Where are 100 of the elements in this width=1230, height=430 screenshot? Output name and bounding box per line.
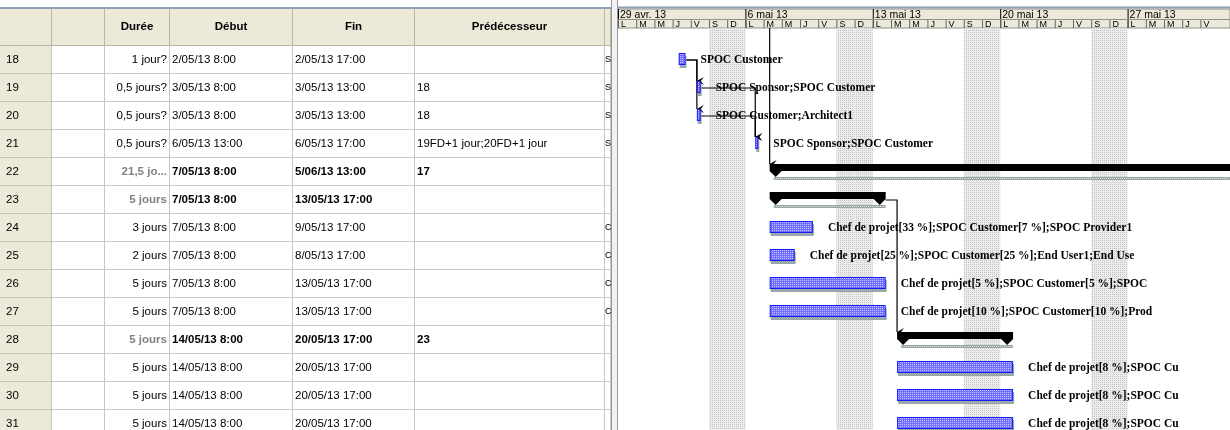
day-label: J (1057, 19, 1063, 29)
task-bar[interactable] (769, 249, 796, 264)
table-cell: 21,5 jo... (105, 158, 170, 186)
task-bar[interactable] (678, 53, 687, 68)
day-label: V (948, 19, 955, 29)
table-cell: 13/05/13 17:00 (293, 270, 415, 298)
table-cell (52, 158, 105, 186)
table-cell: 8/05/13 17:00 (293, 242, 415, 270)
table-cell: 1 jour? (105, 46, 170, 74)
table-cell: 2/05/13 17:00 (293, 46, 415, 74)
table-cell: 20/05/13 17:00 (293, 382, 415, 410)
table-cell (52, 242, 105, 270)
table-cell: 13/05/13 17:00 (293, 298, 415, 326)
row-number: 27 (0, 298, 52, 326)
table-cell: 9/05/13 17:00 (293, 214, 415, 242)
table-cell: 7/05/13 8:00 (170, 242, 293, 270)
summary-bar[interactable] (769, 164, 1230, 180)
column-header (0, 9, 52, 46)
table-cell: 6/05/13 13:00 (170, 130, 293, 158)
table-cell: 23 (415, 326, 605, 354)
table-cell (52, 130, 105, 158)
task-bar[interactable] (755, 137, 760, 152)
table-cell: 14/05/13 8:00 (170, 354, 293, 382)
table-cell: 6/05/13 17:00 (293, 130, 415, 158)
resource-label: Chef de projet[8 %];SPOC Cu (1028, 417, 1179, 429)
table-cell: 20/05/13 17:00 (293, 410, 415, 430)
row-number: 18 (0, 46, 52, 74)
table-cell: 17 (415, 158, 605, 186)
table-cell (52, 74, 105, 102)
column-header: Durée (105, 9, 170, 46)
day-label: M (912, 19, 920, 29)
row-number: 24 (0, 214, 52, 242)
row-number: 22 (0, 158, 52, 186)
table-cell: 3 jours (105, 214, 170, 242)
table-cell: 5 jours (105, 382, 170, 410)
row-number: 25 (0, 242, 52, 270)
table-cell (52, 326, 105, 354)
week-label: 13 mai 13 (874, 8, 921, 20)
day-label: S (1094, 19, 1101, 29)
row-number: 29 (0, 354, 52, 382)
week-label: 29 avr. 13 (620, 8, 667, 20)
task-bar[interactable] (696, 81, 702, 96)
table-cell: 3/05/13 13:00 (293, 74, 415, 102)
table-cell (52, 102, 105, 130)
table-cell: 5 jours (105, 326, 170, 354)
table-cell (52, 382, 105, 410)
table-cell: 0,5 jours? (105, 130, 170, 158)
table-cell: 5 jours (105, 354, 170, 382)
table-cell (52, 354, 105, 382)
row-number: 23 (0, 186, 52, 214)
row-number: 30 (0, 382, 52, 410)
day-label: M (657, 19, 665, 29)
day-label: J (1185, 19, 1190, 29)
resource-label: Chef de projet[5 %];SPOC Customer[5 %];SPOC (900, 277, 1148, 289)
table-cell (52, 214, 105, 242)
table-cell (52, 186, 105, 214)
table-cell: 14/05/13 8:00 (170, 326, 293, 354)
table-cell: 3/05/13 13:00 (293, 102, 415, 130)
day-label: M (894, 19, 902, 29)
day-label: D (1112, 19, 1119, 29)
table-cell: 7/05/13 8:00 (170, 158, 293, 186)
table-cell: 5/06/13 13:00 (293, 158, 415, 186)
week-label: 6 mai 13 (747, 8, 788, 20)
table-cell: 19FD+1 jour;20FD+1 jour (415, 130, 605, 158)
column-header: Prédécesseur (415, 9, 605, 46)
summary-bar[interactable] (769, 192, 886, 208)
table-cell: 20/05/13 17:00 (293, 326, 415, 354)
day-label: M (1167, 19, 1175, 29)
day-label: D (857, 19, 865, 29)
pane-splitter[interactable] (611, 0, 618, 430)
day-label: J (930, 19, 935, 29)
table-cell: 7/05/13 8:00 (170, 270, 293, 298)
day-label: L (1130, 19, 1136, 29)
column-header: Fin (293, 9, 415, 46)
day-label: S (839, 19, 846, 29)
table-cell: 5 jours (105, 410, 170, 430)
row-number: 31 (0, 410, 52, 430)
table-cell (52, 46, 105, 74)
day-label: D (985, 19, 992, 29)
task-bar[interactable] (696, 109, 702, 124)
summary-bar[interactable] (897, 332, 1014, 348)
column-header (605, 9, 611, 46)
week-label: 20 mai 13 (1002, 8, 1049, 20)
resource-label: Chef de projet[10 %];SPOC Customer[10 %];Prod (900, 305, 1153, 317)
day-label: M (1148, 19, 1157, 29)
day-label: S (966, 19, 973, 29)
resource-label: Chef de projet[8 %];SPOC Cu (1028, 361, 1179, 373)
table-cell: 2/05/13 8:00 (170, 46, 293, 74)
day-label: J (675, 19, 681, 29)
table-cell: 5 jours (105, 186, 170, 214)
column-header (52, 9, 105, 46)
table-cell: 7/05/13 8:00 (170, 214, 293, 242)
day-label: V (1076, 19, 1082, 29)
day-label: M (784, 19, 793, 29)
day-label: J (803, 19, 808, 29)
resource-label: Chef de projet[8 %];SPOC Cu (1028, 389, 1179, 401)
day-label: L (748, 19, 754, 29)
day-label: M (1021, 19, 1029, 29)
row-number: 28 (0, 326, 52, 354)
day-label: V (693, 19, 700, 29)
